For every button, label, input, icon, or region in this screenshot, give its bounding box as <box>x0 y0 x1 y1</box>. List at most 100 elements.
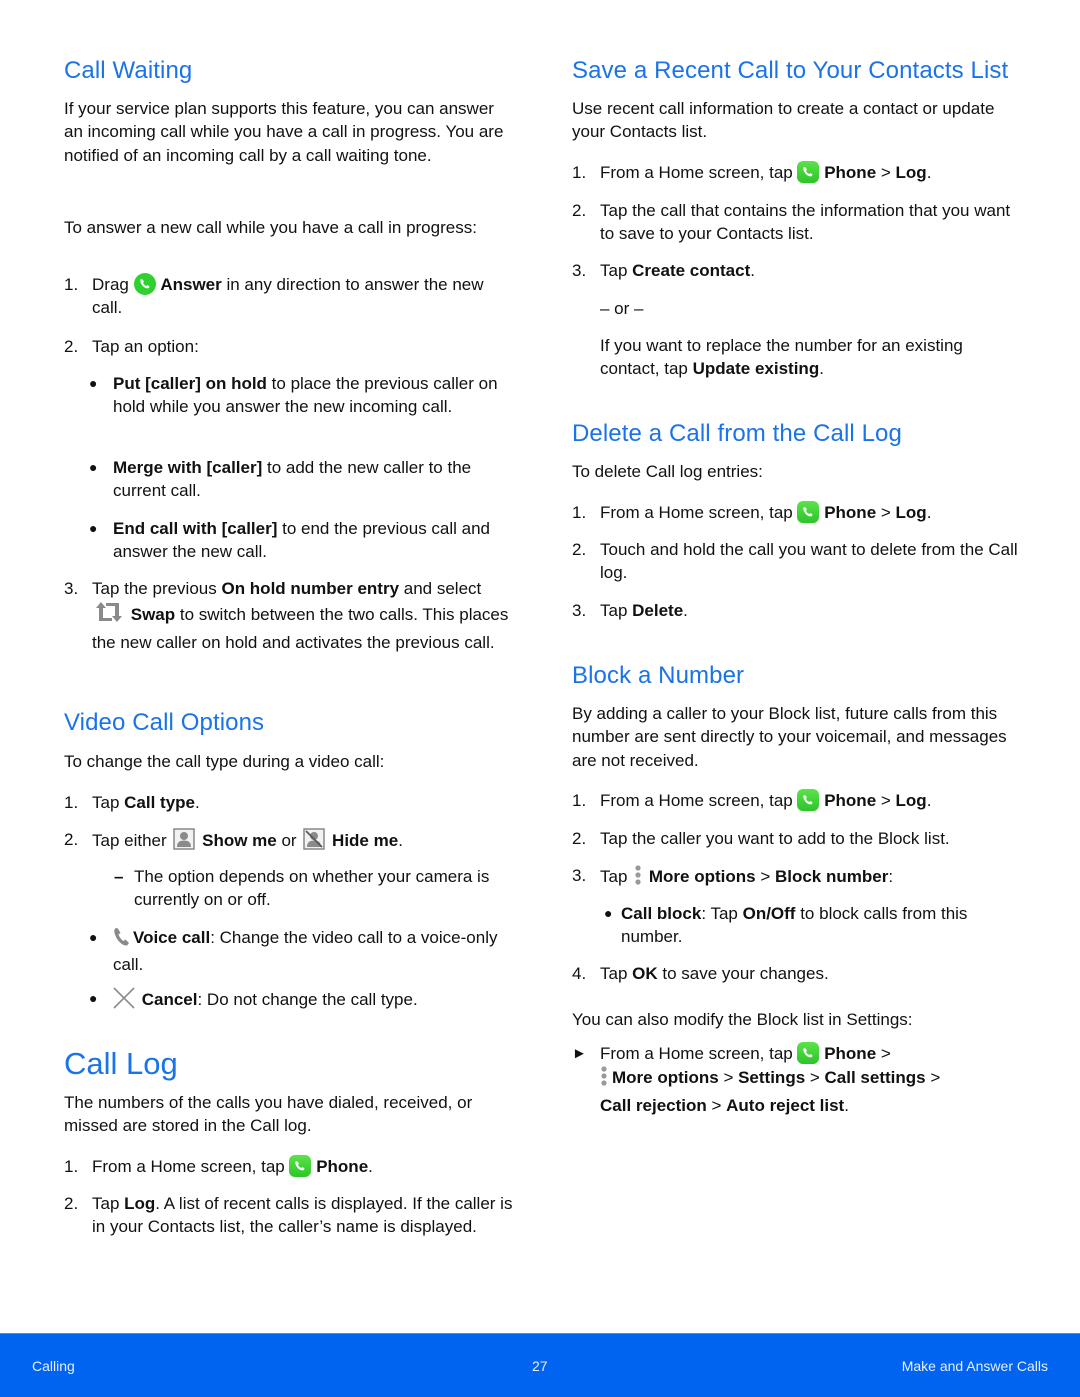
call-log-intro: The numbers of the calls you have dialed… <box>64 1093 473 1136</box>
step-text: and select <box>399 579 482 598</box>
call-type-label: Call type <box>124 793 195 812</box>
call-log-step-1: 1. From a Home screen, tap Phone. <box>64 1155 504 1178</box>
delete-call-step-3: 3. Tap Delete. <box>572 599 1022 622</box>
call-rejection-label: Call rejection <box>600 1095 707 1115</box>
separator: > <box>876 163 896 182</box>
update-existing-label: Update existing <box>692 359 820 379</box>
more-options-icon <box>634 864 642 892</box>
hide-me-label: Hide me <box>332 831 399 850</box>
phone-app-icon <box>797 1042 820 1064</box>
step-text: Tap either <box>92 831 172 850</box>
call-waiting-step-1: 1. Drag Answer in any direction to answe… <box>64 273 504 320</box>
option-text: : Do not change the call type. <box>197 990 418 1009</box>
step-number: 2. <box>64 1194 79 1213</box>
log-label: Log <box>124 1194 156 1213</box>
step-number: 2. <box>572 540 587 559</box>
step-text: From a Home screen, tap <box>600 163 798 182</box>
option-end-call: ● End call with [caller] to end the prev… <box>89 517 509 564</box>
step-text: . <box>398 831 403 850</box>
step-text: . <box>926 791 932 810</box>
block-step-2: 2. Tap the caller you want to add to the… <box>572 827 1022 850</box>
settings-label: Settings <box>738 1068 806 1088</box>
call-waiting-intro: If your service plan supports this featu… <box>64 99 504 165</box>
delete-label: Delete <box>632 601 684 620</box>
step-number: 1. <box>572 503 587 522</box>
option-label: Merge with [caller] <box>113 458 263 477</box>
step-text: . A list of recent calls is displayed. I… <box>92 1194 513 1237</box>
step-number: 2. <box>572 201 587 220</box>
footer-chapter: Make and Answer Calls <box>901 1358 1048 1374</box>
separator: > <box>876 1044 891 1063</box>
arrow-right-icon: ► <box>572 1045 587 1062</box>
block-step-4: 4. Tap OK to save your changes. <box>572 962 1022 985</box>
more-options-label: More options <box>612 1068 719 1088</box>
save-recent-step-1: 1. From a Home screen, tap Phone > Log. <box>572 161 1022 184</box>
option-label: End call with [caller] <box>113 519 278 538</box>
step-text: Drag <box>92 275 129 294</box>
option-put-on-hold: ● Put [caller] on hold to place the prev… <box>89 372 504 419</box>
step-text: Tap an option: <box>92 337 199 356</box>
call-waiting-lead: To answer a new call while you have a ca… <box>64 218 477 237</box>
page-footer: Calling 27 Make and Answer Calls <box>0 1333 1080 1397</box>
step-number: 2. <box>64 337 79 356</box>
on-hold-label: On hold number entry <box>221 579 400 598</box>
phone-label: Phone <box>824 503 877 522</box>
separator: > <box>718 1068 739 1088</box>
separator: > <box>706 1095 727 1115</box>
option-text: : Tap <box>701 904 743 923</box>
auto-reject-list-label: Auto reject list <box>726 1095 845 1115</box>
call-log-step-2: 2. Tap Log. A list of recent calls is di… <box>64 1192 514 1239</box>
cancel-label: Cancel <box>141 990 198 1009</box>
answer-label: Answer <box>160 275 222 294</box>
log-label: Log <box>895 503 927 522</box>
bullet: ● <box>89 929 98 945</box>
footer-section: Calling <box>32 1358 75 1374</box>
bullet: ● <box>89 375 98 391</box>
page-number: 27 <box>532 1358 548 1374</box>
more-options-label: More options <box>648 867 756 886</box>
step-text: Tap the previous <box>92 579 222 598</box>
phone-app-icon <box>797 161 820 183</box>
bullet: ● <box>89 990 98 1006</box>
step-text: . <box>195 793 200 812</box>
step-text: From a Home screen, tap <box>600 791 798 810</box>
separator: > <box>805 1068 825 1088</box>
step-number: 3. <box>572 601 587 620</box>
step-text: . <box>844 1095 849 1115</box>
step-number: 1. <box>572 163 587 182</box>
phone-app-icon <box>797 501 820 523</box>
swap-label: Swap <box>130 605 176 625</box>
step-number: 1. <box>64 793 79 812</box>
separator: > <box>876 503 896 522</box>
video-call-note: – The option depends on whether your cam… <box>114 865 514 912</box>
step-number: 4. <box>572 964 587 983</box>
step-text: Tap <box>600 261 633 280</box>
close-icon <box>113 987 135 1015</box>
option-cancel: ● Cancel: Do not change the call type. <box>89 987 509 1015</box>
step-text: to save your changes. <box>657 964 829 983</box>
step-number: 3. <box>64 579 79 598</box>
option-call-block: ● Call block: Tap On/Off to block calls … <box>604 902 1024 949</box>
bullet: ● <box>89 520 98 536</box>
option-label: Put [caller] on hold <box>113 374 267 393</box>
more-options-icon <box>600 1065 608 1093</box>
phone-label: Phone <box>824 163 877 182</box>
separator: > <box>755 867 775 886</box>
delete-call-step-1: 1. From a Home screen, tap Phone > Log. <box>572 501 1022 524</box>
heading-block-number: Block a Number <box>572 662 745 689</box>
step-text: From a Home screen, tap <box>600 1044 798 1063</box>
block-step-1: 1. From a Home screen, tap Phone > Log. <box>572 789 1022 812</box>
swap-icon <box>94 600 124 630</box>
dash-marker: – <box>114 867 124 886</box>
call-block-label: Call block <box>621 904 702 923</box>
hide-me-icon <box>303 828 326 856</box>
option-voice-call: ● Voice call: Change the video call to a… <box>89 926 509 977</box>
step-text: . <box>926 503 932 522</box>
step-text: or <box>276 831 302 850</box>
step-text: Tap <box>600 867 633 886</box>
ok-label: OK <box>632 964 658 983</box>
step-number: 1. <box>64 275 79 294</box>
block-settings-step: ► From a Home screen, tap Phone > More o… <box>572 1042 1022 1117</box>
log-label: Log <box>895 791 927 810</box>
heading-call-waiting: Call Waiting <box>64 57 193 84</box>
